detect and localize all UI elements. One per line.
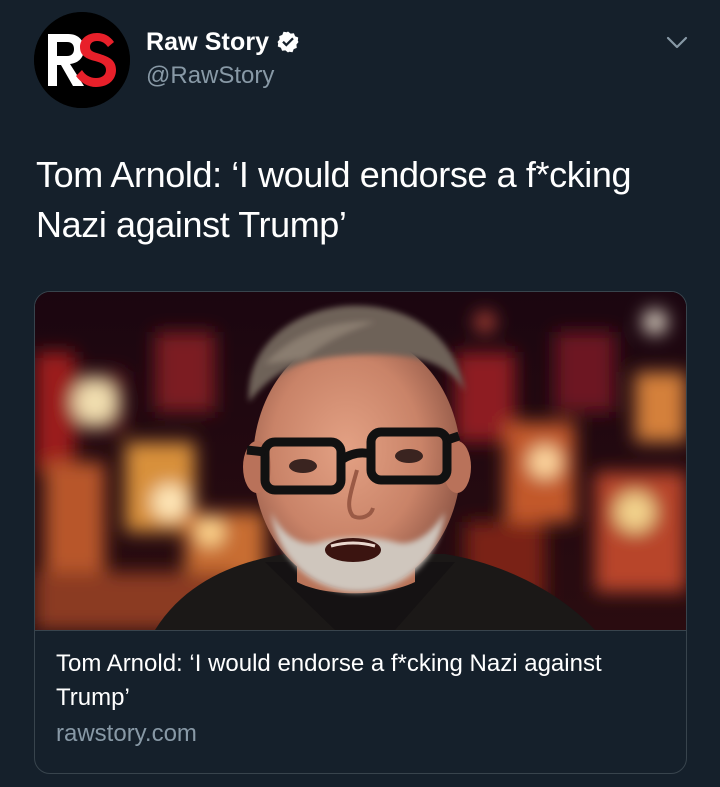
chevron-down-icon[interactable] xyxy=(666,36,688,50)
verified-badge-icon xyxy=(276,30,300,54)
author-info[interactable]: Raw Story @RawStory xyxy=(146,26,300,90)
card-divider xyxy=(35,630,686,631)
card-title[interactable]: Tom Arnold: ‘I would endorse a f*cking N… xyxy=(56,647,656,715)
link-card[interactable]: Tom Arnold: ‘I would endorse a f*cking N… xyxy=(34,291,687,774)
card-image[interactable] xyxy=(35,292,686,630)
rawstory-logo-icon xyxy=(34,12,130,108)
card-domain[interactable]: rawstory.com xyxy=(56,720,197,748)
tweet[interactable]: Raw Story @RawStory Tom Arnold: ‘I would… xyxy=(0,0,720,787)
tweet-text: Tom Arnold: ‘I would endorse a f*cking N… xyxy=(36,154,632,245)
author-name[interactable]: Raw Story xyxy=(146,28,269,57)
author-handle[interactable]: @RawStory xyxy=(146,62,300,90)
author-name-row: Raw Story xyxy=(146,26,300,58)
article-thumbnail-photo xyxy=(35,292,686,630)
avatar[interactable] xyxy=(34,12,130,108)
